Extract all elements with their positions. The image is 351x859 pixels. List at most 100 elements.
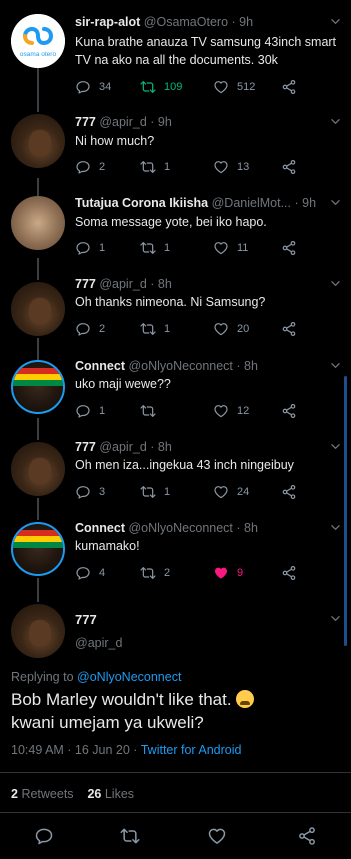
avatar[interactable] (11, 196, 65, 250)
author-handle[interactable]: @apir_d (75, 636, 122, 650)
tweet[interactable]: 777 @apir_d · 8h Oh thanks nimeona. Ni S… (0, 270, 351, 350)
author-handle[interactable]: @apir_d (99, 277, 146, 291)
chevron-down-icon[interactable] (331, 361, 340, 370)
tweet-time: · 8h (150, 277, 172, 291)
likes-stat[interactable]: 26 Likes (87, 787, 134, 801)
like-button[interactable]: 11 (213, 239, 248, 257)
reply-button[interactable]: 3 (75, 483, 105, 501)
retweet-button[interactable]: 1 (140, 239, 170, 257)
share-button[interactable] (281, 239, 297, 257)
tweet[interactable]: Tutajua Corona Ikiisha @DanielMot... · 9… (0, 190, 351, 270)
chevron-down-icon[interactable] (331, 17, 340, 26)
author-name[interactable]: sir-rap-alot (75, 15, 140, 29)
author-handle[interactable]: @OsamaOtero (144, 15, 228, 29)
author-handle[interactable]: @oNlyoNeconnect (128, 521, 232, 535)
like-button[interactable]: 9 (213, 564, 243, 582)
share-icon (281, 321, 297, 337)
tweet-time: · 8h (236, 359, 258, 373)
like-button[interactable] (207, 826, 227, 846)
retweet-button[interactable]: 2 (140, 564, 170, 582)
retweet-icon (140, 403, 156, 419)
author-handle[interactable]: @apir_d (99, 440, 146, 454)
tweet-text: uko maji wewe?? (75, 377, 171, 391)
author-name[interactable]: Tutajua Corona Ikiisha (75, 196, 208, 210)
author-handle[interactable]: @oNlyoNeconnect (128, 359, 232, 373)
retweet-icon (140, 321, 156, 337)
chevron-down-icon[interactable] (331, 614, 340, 623)
author-name[interactable]: 777 (75, 440, 96, 454)
reply-count: 2 (99, 323, 106, 335)
author-name[interactable]: Connect (75, 359, 125, 373)
tweet-source[interactable]: Twitter for Android (141, 743, 242, 757)
like-button[interactable]: 13 (213, 158, 249, 176)
focused-tweet-line-2: kwani umejam ya ukweli? (11, 713, 204, 732)
share-button[interactable] (281, 564, 297, 582)
share-button[interactable] (281, 402, 297, 420)
tweet[interactable]: osama otero sir-rap-alot @OsamaOtero · 9… (0, 0, 351, 80)
share-button[interactable] (281, 483, 297, 501)
retweet-button[interactable]: 1 (140, 158, 170, 176)
retweet-button[interactable] (140, 402, 164, 420)
chevron-down-icon[interactable] (331, 523, 340, 532)
reply-icon (75, 565, 91, 581)
reply-button[interactable]: 34 (75, 78, 111, 96)
chevron-down-icon[interactable] (331, 442, 340, 451)
reply-button[interactable]: 2 (75, 320, 105, 338)
like-button[interactable]: 24 (213, 483, 249, 501)
tweet-text: kumamako! (75, 539, 140, 553)
author-handle[interactable]: @apir_d (99, 115, 146, 129)
scrollbar[interactable] (344, 376, 347, 646)
share-button[interactable] (281, 320, 297, 338)
tweet[interactable]: 777 @apir_d · 9h Ni how much? 2 1 13 (0, 110, 351, 190)
like-icon (213, 79, 229, 95)
reply-button[interactable] (34, 826, 54, 846)
like-icon (213, 159, 229, 175)
author-name[interactable]: 777 (75, 612, 97, 627)
tweet[interactable]: 777 @apir_d · 8h Oh men iza...ingekua 43… (0, 430, 351, 510)
reply-button[interactable]: 4 (75, 564, 105, 582)
share-icon (281, 240, 297, 256)
avatar[interactable] (11, 442, 65, 496)
tweet-text: Oh thanks nimeona. Ni Samsung? (75, 295, 266, 309)
avatar[interactable] (11, 522, 65, 576)
avatar[interactable] (11, 604, 65, 658)
retweets-total: 2 (11, 787, 18, 801)
chevron-down-icon[interactable] (331, 198, 340, 207)
focused-tweet-text: Bob Marley wouldn't like that. kwani ume… (11, 688, 331, 734)
replying-to-link[interactable]: @oNlyoNeconnect (77, 670, 181, 684)
author-name[interactable]: 777 (75, 277, 96, 291)
author-name[interactable]: 777 (75, 115, 96, 129)
reply-button[interactable]: 1 (75, 239, 105, 257)
reply-count: 1 (99, 405, 106, 417)
retweet-button[interactable]: 109 (140, 78, 182, 96)
avatar[interactable] (11, 360, 65, 414)
like-button[interactable]: 12 (213, 402, 249, 420)
avatar[interactable]: osama otero (11, 14, 65, 68)
avatar[interactable] (11, 114, 65, 168)
share-icon (281, 565, 297, 581)
engagement-stats: 2 Retweets 26 Likes (11, 787, 134, 801)
share-button[interactable] (281, 158, 297, 176)
author-name[interactable]: Connect (75, 521, 125, 535)
tweet-text: Kuna brathe anauza TV samsung 43inch sma… (75, 35, 337, 67)
author-handle[interactable]: @DanielMot... (212, 196, 291, 210)
like-button[interactable]: 20 (213, 320, 249, 338)
retweet-button[interactable]: 1 (140, 320, 170, 338)
retweets-stat[interactable]: 2 Retweets (11, 787, 74, 801)
tweet[interactable]: Connect @oNlyoNeconnect · 8h uko maji we… (0, 350, 351, 430)
chevron-down-icon[interactable] (331, 279, 340, 288)
like-icon (213, 321, 229, 337)
chevron-down-icon[interactable] (331, 117, 340, 126)
reply-button[interactable]: 2 (75, 158, 105, 176)
reply-icon (75, 240, 91, 256)
avatar[interactable] (11, 282, 65, 336)
divider (0, 772, 351, 773)
retweet-button[interactable] (120, 826, 140, 846)
share-button[interactable] (281, 78, 297, 96)
like-button[interactable]: 512 (213, 78, 255, 96)
reply-button[interactable]: 1 (75, 402, 105, 420)
tweet[interactable]: Connect @oNlyoNeconnect · 8h kumamako! 4… (0, 510, 351, 590)
share-button[interactable] (297, 826, 317, 846)
retweet-button[interactable]: 1 (140, 483, 170, 501)
divider (0, 812, 351, 813)
